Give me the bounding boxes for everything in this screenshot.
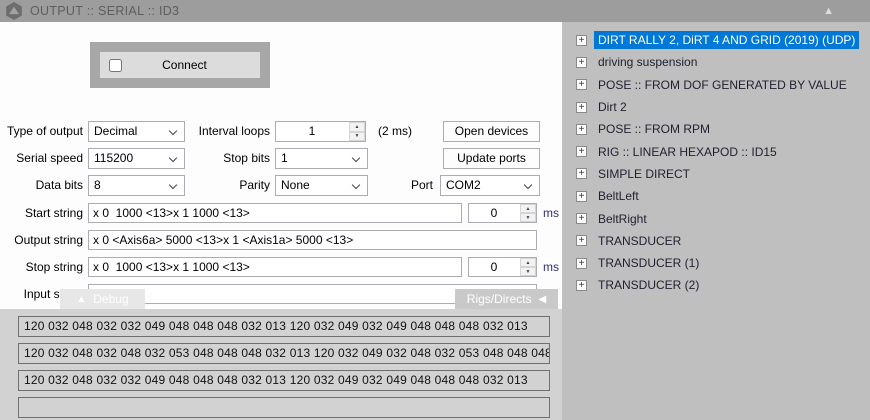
stop-bits-label: Stop bits xyxy=(185,148,270,169)
chevron-down-icon xyxy=(352,154,360,162)
output-string-input[interactable] xyxy=(88,230,537,250)
expand-icon[interactable]: + xyxy=(576,124,587,135)
stop-string-input[interactable] xyxy=(88,257,462,277)
chevron-down-icon xyxy=(169,154,177,162)
stop-bits-select[interactable]: 1 xyxy=(275,148,368,169)
window-title: OUTPUT :: SERIAL :: ID3 xyxy=(30,0,179,22)
tree-item-pose-from-rpm[interactable]: + POSE :: FROM RPM xyxy=(562,118,870,140)
debug-output-row xyxy=(18,397,550,418)
expand-icon[interactable]: + xyxy=(576,35,587,46)
parity-label: Parity xyxy=(185,175,270,196)
stop-ms-unit: ms xyxy=(543,257,559,277)
chevron-down-icon xyxy=(352,181,360,189)
start-ms-unit: ms xyxy=(543,203,559,223)
interval-loops-stepper[interactable]: 1 ▲ ▼ xyxy=(275,121,366,142)
spin-up-icon[interactable]: ▲ xyxy=(349,122,365,132)
interval-ms-hint: (2 ms) xyxy=(378,121,438,142)
debug-output-row: 120 032 048 032 032 049 048 048 048 032 … xyxy=(18,316,550,337)
triangle-left-icon: ◀ xyxy=(538,294,546,305)
data-bits-label: Data bits xyxy=(0,175,83,196)
interval-loops-label: Interval loops xyxy=(185,121,270,142)
app-hexagon-icon xyxy=(5,2,23,20)
tree-item-beltright[interactable]: + BeltRight xyxy=(562,207,870,229)
spin-down-icon[interactable]: ▼ xyxy=(520,267,536,276)
spin-down-icon[interactable]: ▼ xyxy=(520,213,536,222)
serial-speed-label: Serial speed xyxy=(0,148,83,169)
app-window: OUTPUT :: SERIAL :: ID3 ▲ Connect Type o… xyxy=(0,0,870,420)
tree-item-driving-suspension[interactable]: + driving suspension xyxy=(562,51,870,73)
port-select[interactable]: COM2 xyxy=(440,175,540,196)
spin-up-icon[interactable]: ▲ xyxy=(520,258,536,267)
expand-icon[interactable]: + xyxy=(576,57,587,68)
connect-label: Connect xyxy=(122,58,247,72)
tree-item-beltleft[interactable]: + BeltLeft xyxy=(562,185,870,207)
tree-item-pose-from-dof[interactable]: + POSE :: FROM DOF GENERATED BY VALUE xyxy=(562,74,870,96)
titlebar: OUTPUT :: SERIAL :: ID3 ▲ xyxy=(0,0,870,22)
expand-icon[interactable]: + xyxy=(576,168,587,179)
update-ports-button[interactable]: Update ports xyxy=(443,148,540,169)
data-bits-select[interactable]: 8 xyxy=(88,175,185,196)
debug-output-row: 120 032 048 032 032 049 048 048 048 032 … xyxy=(18,370,550,391)
expand-icon[interactable]: + xyxy=(576,235,587,246)
modules-tree: + DIRT RALLY 2, DiRT 4 AND GRID (2019) (… xyxy=(562,22,870,420)
rigs-directs-label: Rigs/Directs xyxy=(467,292,532,306)
stop-string-label: Stop string xyxy=(0,257,83,277)
debug-tab-label: Debug xyxy=(93,292,128,306)
tree-item-transducer[interactable]: + TRANSDUCER xyxy=(562,230,870,252)
port-label: Port xyxy=(385,175,433,196)
tree-item-rig-linear-hexapod[interactable]: + RIG :: LINEAR HEXAPOD :: ID15 xyxy=(562,140,870,162)
serial-speed-select[interactable]: 115200 xyxy=(88,148,185,169)
spin-down-icon[interactable]: ▼ xyxy=(349,132,365,142)
expand-icon[interactable]: + xyxy=(576,102,587,113)
tree-item-transducer-2[interactable]: + TRANSDUCER (2) xyxy=(562,274,870,296)
expand-icon[interactable]: + xyxy=(576,146,587,157)
chevron-down-icon xyxy=(524,181,532,189)
chevron-down-icon xyxy=(169,127,177,135)
start-string-input[interactable] xyxy=(88,203,462,223)
parity-select[interactable]: None xyxy=(275,175,368,196)
expand-icon[interactable]: + xyxy=(576,79,587,90)
debug-tab[interactable]: ▲ Debug xyxy=(60,289,145,309)
triangle-up-icon: ▲ xyxy=(76,294,86,305)
tree-item-transducer-1[interactable]: + TRANSDUCER (1) xyxy=(562,252,870,274)
connect-button[interactable]: Connect xyxy=(100,52,260,78)
expand-icon[interactable]: + xyxy=(576,258,587,269)
tree-item-dirt-rally-2[interactable]: + DIRT RALLY 2, DiRT 4 AND GRID (2019) (… xyxy=(562,29,870,51)
type-of-output-label: Type of output xyxy=(0,121,83,142)
type-of-output-select[interactable]: Decimal xyxy=(88,121,185,142)
collapse-panel-icon[interactable]: ▲ xyxy=(823,0,834,22)
start-delay-stepper[interactable]: 0 ▲ ▼ xyxy=(468,203,537,223)
expand-icon[interactable]: + xyxy=(576,213,587,224)
spin-up-icon[interactable]: ▲ xyxy=(520,204,536,213)
expand-icon[interactable]: + xyxy=(576,280,587,291)
rigs-directs-button[interactable]: Rigs/Directs ◀ xyxy=(455,289,558,309)
debug-output-row: 120 032 048 032 048 032 053 048 048 048 … xyxy=(18,343,550,364)
stop-delay-stepper[interactable]: 0 ▲ ▼ xyxy=(468,257,537,277)
open-devices-button[interactable]: Open devices xyxy=(443,121,540,142)
expand-icon[interactable]: + xyxy=(576,191,587,202)
connect-checkbox[interactable] xyxy=(109,59,122,72)
chevron-down-icon xyxy=(169,181,177,189)
output-string-label: Output string xyxy=(0,230,83,250)
tree-item-simple-direct[interactable]: + SIMPLE DIRECT xyxy=(562,163,870,185)
start-string-label: Start string xyxy=(0,203,83,223)
tree-item-dirt-2[interactable]: + Dirt 2 xyxy=(562,96,870,118)
